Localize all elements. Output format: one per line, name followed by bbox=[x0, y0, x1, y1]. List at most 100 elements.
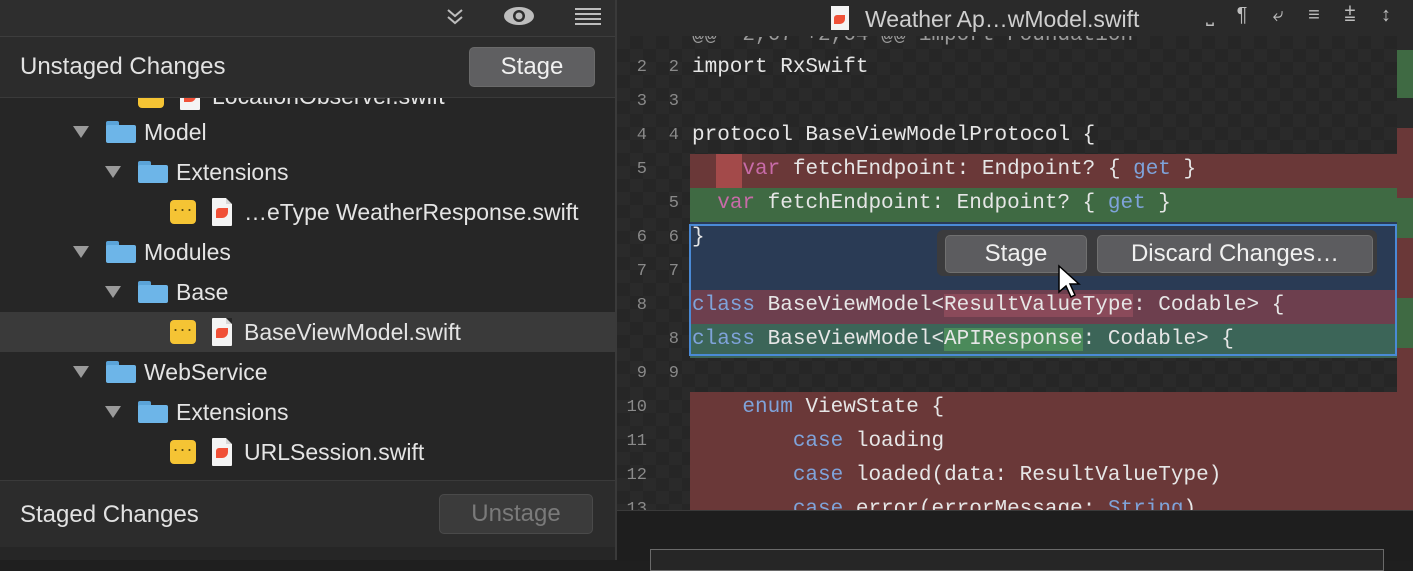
disclosure-triangle-icon[interactable] bbox=[73, 366, 89, 378]
stage-button[interactable]: Stage bbox=[469, 47, 595, 87]
expand-lines-icon[interactable]: ↕ bbox=[1373, 4, 1399, 27]
code-text: case error(errorMessage: String) bbox=[792, 498, 1197, 510]
disclosure-triangle-icon[interactable] bbox=[73, 126, 89, 138]
modified-badge: ··· bbox=[170, 320, 196, 344]
new-line-number: 5 bbox=[668, 194, 679, 213]
modified-badge: ··· bbox=[138, 98, 164, 108]
code-text: protocol BaseViewModelProtocol { bbox=[692, 124, 1096, 147]
old-line-number: 10 bbox=[626, 398, 647, 417]
code-text: case loaded(data: ResultValueType) bbox=[792, 464, 1222, 487]
commit-message-field[interactable] bbox=[650, 549, 1384, 571]
more-context-icon[interactable]: ⩲ bbox=[1337, 4, 1363, 27]
folder-icon bbox=[138, 401, 168, 423]
tree-item-label: Extensions bbox=[176, 159, 289, 185]
code-line-deleted: 12 case loaded(data: ResultValueType) bbox=[617, 460, 1397, 494]
code-line-deleted: 5 var fetchEndpoint: Endpoint? { get } bbox=[617, 154, 1397, 188]
diff-minimap[interactable] bbox=[1397, 36, 1413, 510]
tree-item-folder[interactable]: Extensions bbox=[0, 392, 615, 432]
disclosure-triangle-icon[interactable] bbox=[105, 286, 121, 298]
staged-changes-title: Staged Changes bbox=[20, 501, 199, 528]
code-line: 3 3 bbox=[617, 86, 1397, 120]
list-icon[interactable] bbox=[573, 5, 603, 31]
old-line-number: 11 bbox=[626, 432, 647, 451]
tree-item-folder[interactable]: Base bbox=[0, 272, 615, 312]
old-line-number: 5 bbox=[636, 160, 647, 179]
eye-icon[interactable] bbox=[503, 5, 534, 31]
swift-file-icon bbox=[180, 98, 200, 110]
new-line-number: 3 bbox=[668, 92, 679, 111]
code-text: import RxSwift bbox=[692, 56, 869, 79]
old-line-number: 13 bbox=[626, 500, 647, 510]
tree-item-folder[interactable]: WebService bbox=[0, 352, 615, 392]
swift-file-icon bbox=[212, 318, 232, 346]
editor-file-title: Weather Ap…wModel.swift bbox=[865, 6, 1140, 32]
old-line-number: 6 bbox=[636, 228, 647, 247]
old-line-number: 4 bbox=[636, 126, 647, 145]
code-line-deleted: 13 case error(errorMessage: String) bbox=[617, 494, 1397, 510]
disclosure-triangle-icon[interactable] bbox=[105, 166, 121, 178]
modified-badge: ··· bbox=[170, 200, 196, 224]
tree-item-label: …eType WeatherResponse.swift bbox=[244, 199, 579, 225]
new-line-number: 8 bbox=[668, 330, 679, 349]
code-line-deleted: 10 enum ViewState { bbox=[617, 392, 1397, 426]
folder-icon bbox=[138, 161, 168, 183]
folder-icon bbox=[138, 281, 168, 303]
diff-code-area[interactable]: @@ -2,67 +2,64 @@ import Foundation 2 2 … bbox=[617, 36, 1397, 510]
code-text: case loading bbox=[792, 430, 945, 453]
tree-item-label: WebService bbox=[144, 359, 268, 385]
chevrons-down-icon[interactable] bbox=[440, 5, 470, 31]
unstaged-changes-title: Unstaged Changes bbox=[20, 53, 226, 80]
tree-item-folder[interactable]: Extensions bbox=[0, 152, 615, 192]
code-line: 4 4 protocol BaseViewModelProtocol { bbox=[617, 120, 1397, 154]
hunk-discard-button[interactable]: Discard Changes… bbox=[1097, 235, 1373, 273]
sidebar-toolbar bbox=[0, 0, 615, 37]
code-line-deleted: 11 case loading bbox=[617, 426, 1397, 460]
new-line-number: 9 bbox=[668, 364, 679, 383]
folder-icon bbox=[106, 361, 136, 383]
tree-item-label: Model bbox=[144, 119, 207, 145]
swift-file-icon bbox=[212, 438, 232, 466]
tree-item-folder[interactable]: Model bbox=[0, 112, 615, 152]
disclosure-triangle-icon[interactable] bbox=[105, 406, 121, 418]
new-line-number: 7 bbox=[668, 262, 679, 281]
unstage-button[interactable]: Unstage bbox=[439, 494, 593, 534]
new-line-number: 2 bbox=[668, 58, 679, 77]
tree-item-folder[interactable]: Modules bbox=[0, 232, 615, 272]
commit-area bbox=[617, 510, 1413, 571]
tree-item-file[interactable]: ··· URLSession.swift bbox=[0, 432, 615, 472]
swift-file-icon bbox=[831, 6, 849, 30]
wrap-lines-icon[interactable]: ⤶ bbox=[1265, 4, 1291, 27]
file-tree: ··· LocationObserver.swift Model Extensi… bbox=[0, 98, 615, 478]
editor-toolbar: Weather Ap…wModel.swift ⎵ ¶ ⤶ ≡ ⩲ ↕ bbox=[617, 0, 1413, 37]
modified-badge: ··· bbox=[170, 440, 196, 464]
tree-item-label: URLSession.swift bbox=[244, 439, 425, 465]
old-line-number: 9 bbox=[636, 364, 647, 383]
tree-item-label: LocationObserver.swift bbox=[212, 98, 445, 110]
pilcrow-icon[interactable]: ¶ bbox=[1229, 4, 1255, 27]
hunk-header-text: @@ -2,67 +2,64 @@ import Foundation bbox=[692, 36, 1133, 47]
new-line-number: 6 bbox=[668, 228, 679, 247]
diff-editor: Weather Ap…wModel.swift ⎵ ¶ ⤶ ≡ ⩲ ↕ @@ -… bbox=[617, 0, 1413, 571]
old-line-number: 7 bbox=[636, 262, 647, 281]
old-line-number: 8 bbox=[636, 296, 647, 315]
fewer-context-icon[interactable]: ≡ bbox=[1301, 4, 1327, 27]
old-line-number: 2 bbox=[636, 58, 647, 77]
tree-item-file-selected[interactable]: ··· BaseViewModel.swift bbox=[0, 312, 615, 352]
code-text: var fetchEndpoint: Endpoint? { get } bbox=[717, 192, 1171, 215]
swift-file-icon bbox=[212, 198, 232, 226]
disclosure-triangle-icon[interactable] bbox=[73, 246, 89, 258]
folder-icon bbox=[106, 241, 136, 263]
space-visibility-icon[interactable]: ⎵ bbox=[1197, 4, 1223, 27]
unstaged-changes-header: Unstaged Changes Stage bbox=[0, 37, 615, 98]
code-line: 9 9 bbox=[617, 358, 1397, 392]
mouse-cursor-icon bbox=[1057, 264, 1081, 307]
changes-sidebar: Unstaged Changes Stage ··· LocationObser… bbox=[0, 0, 617, 560]
code-text: enum ViewState { bbox=[742, 396, 945, 419]
tree-item-file[interactable]: ··· …eType WeatherResponse.swift bbox=[0, 192, 615, 232]
staged-changes-header: Staged Changes Unstage bbox=[0, 480, 615, 547]
code-text: var fetchEndpoint: Endpoint? { get } bbox=[742, 158, 1197, 181]
old-line-number: 3 bbox=[636, 92, 647, 111]
folder-icon bbox=[106, 121, 136, 143]
code-line-added: 5 var fetchEndpoint: Endpoint? { get } bbox=[617, 188, 1397, 222]
tree-item-label: Modules bbox=[144, 239, 231, 265]
